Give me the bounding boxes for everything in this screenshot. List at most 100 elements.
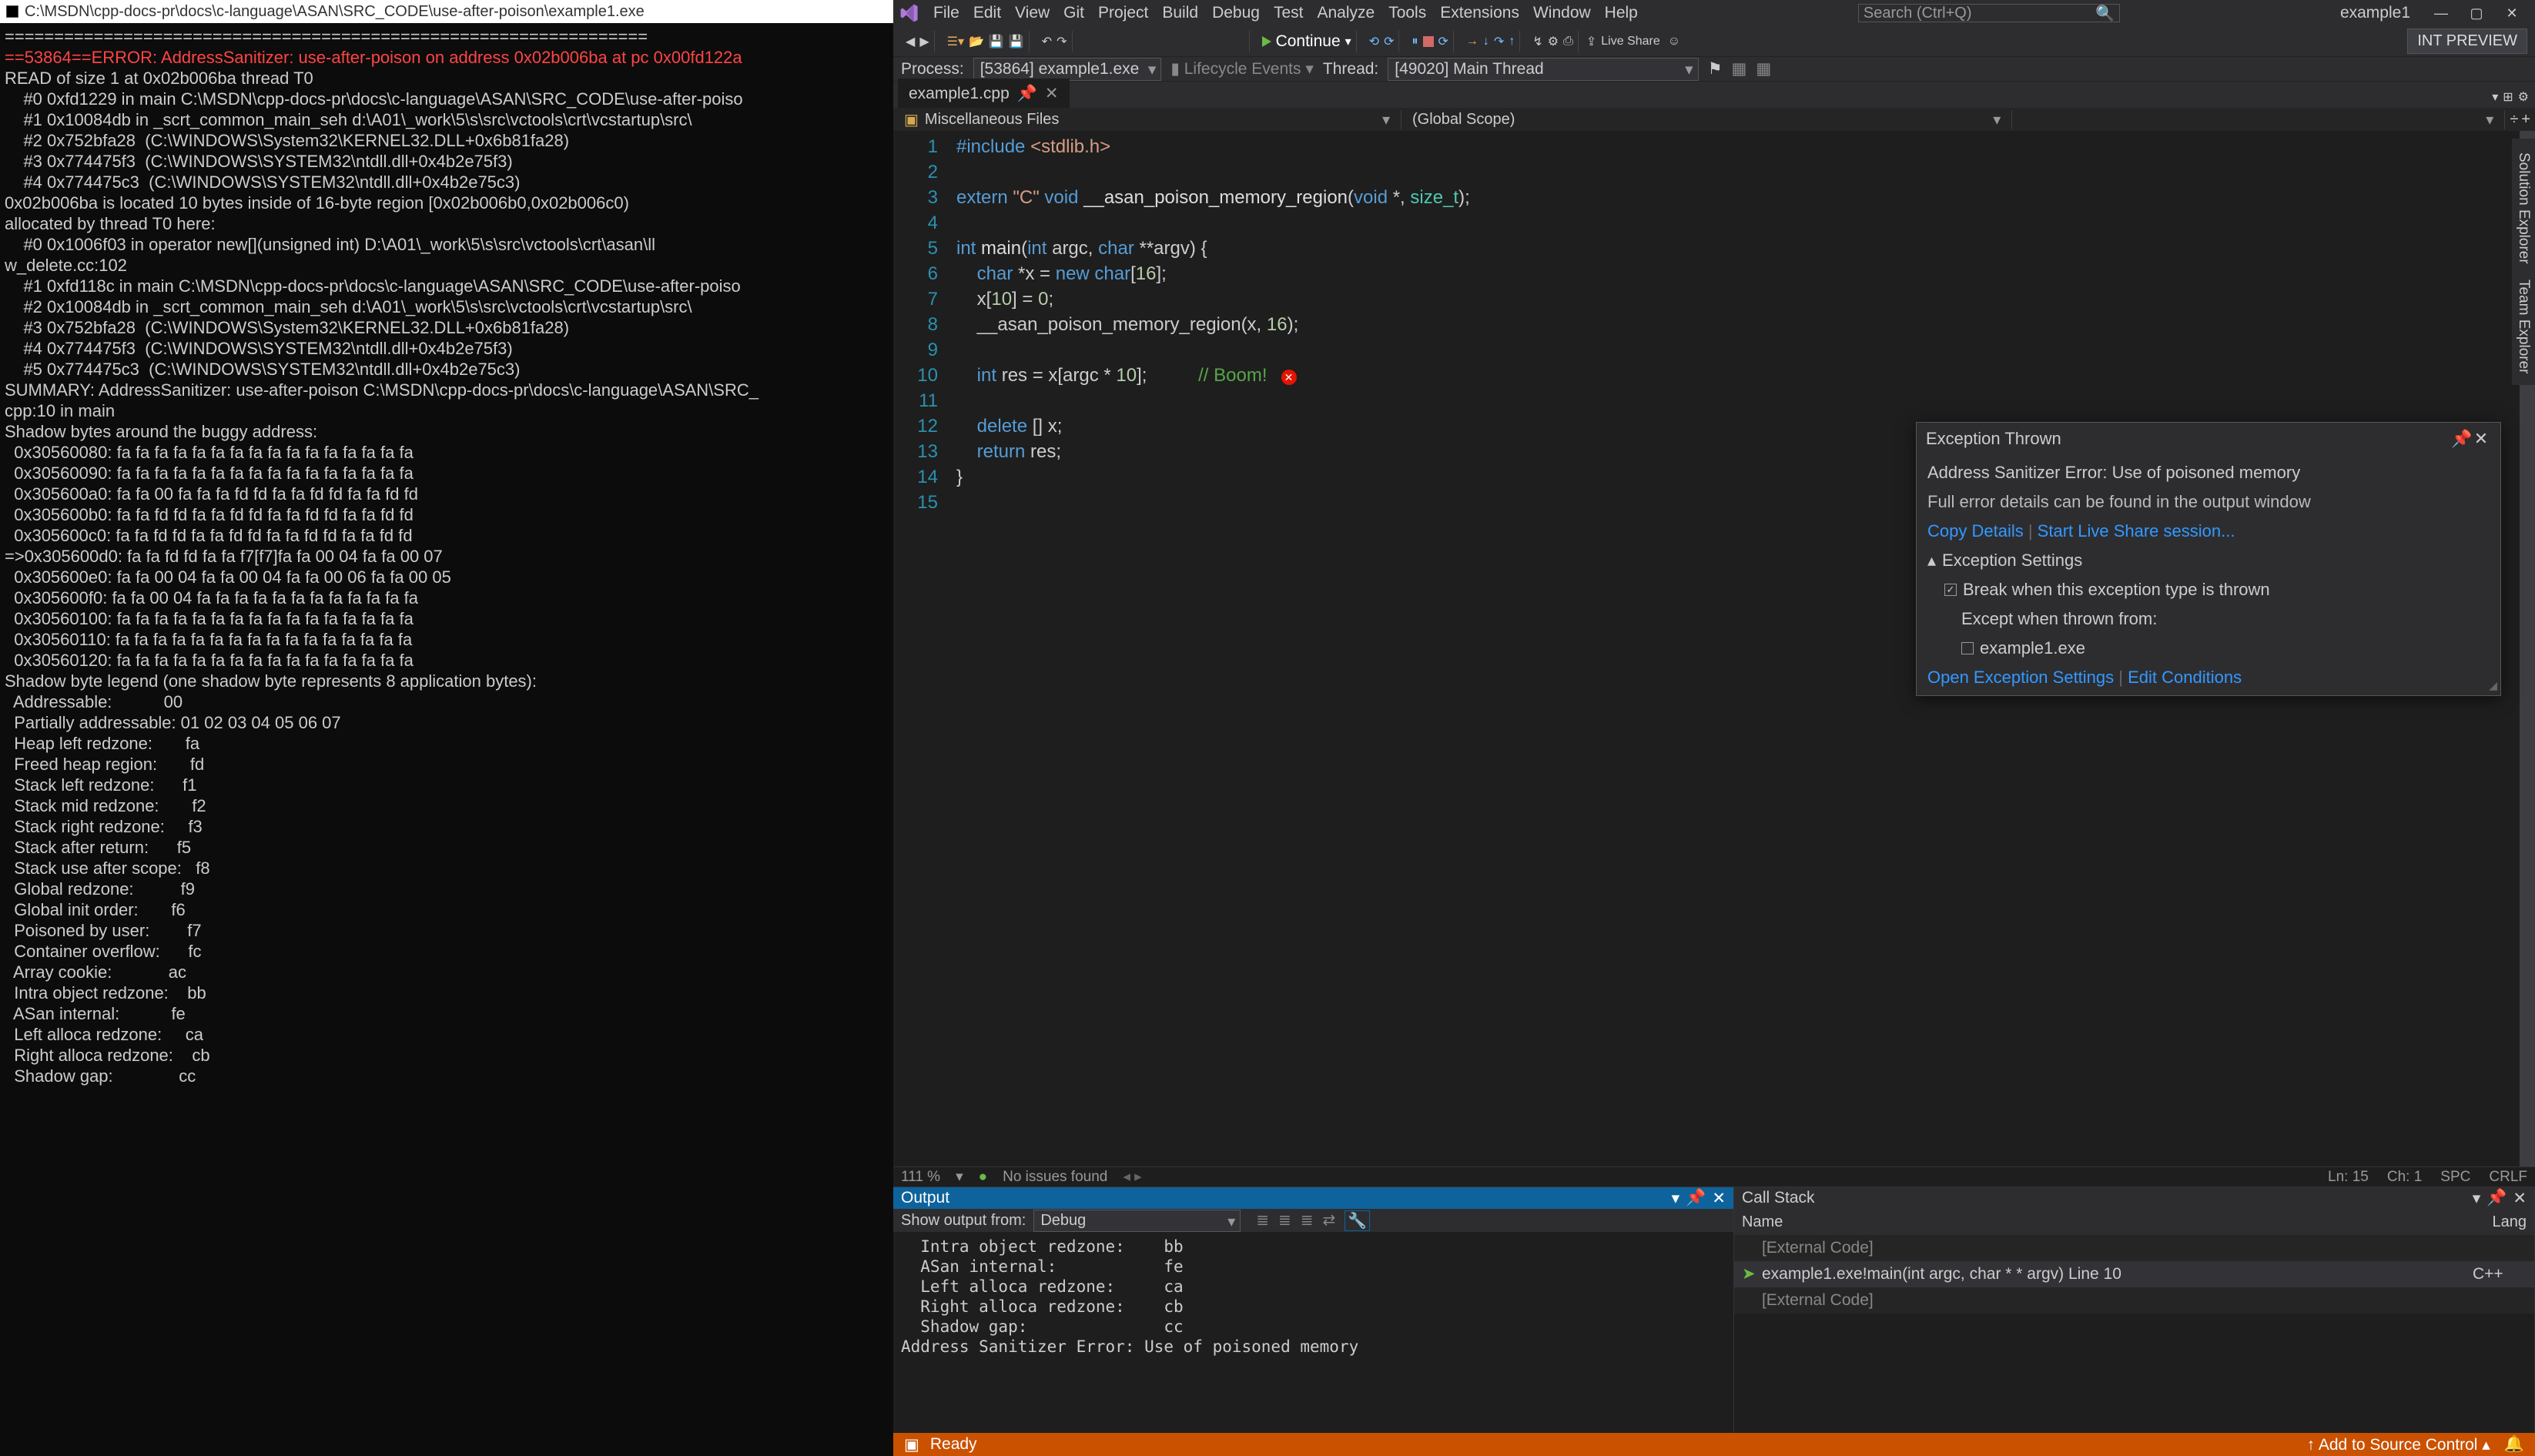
zoom-level[interactable]: 111 % [901, 1169, 940, 1186]
menu-debug[interactable]: Debug [1212, 4, 1260, 22]
panel-dropdown-icon[interactable]: ▾ [2473, 1189, 2481, 1208]
stop-icon[interactable] [1423, 36, 1434, 47]
project-icon: ▣ [904, 110, 919, 129]
panel-close-icon[interactable]: ✕ [1712, 1189, 1726, 1208]
step-into-icon[interactable]: ↓ [1483, 35, 1489, 49]
menu-project[interactable]: Project [1098, 4, 1148, 22]
right-rail: Solution Explorer Team Explorer [2512, 139, 2535, 385]
show-next-icon[interactable]: → [1466, 35, 1478, 49]
output-tool-icon3[interactable]: ≣ [1301, 1210, 1314, 1231]
step-icon[interactable]: ⟲ [1369, 34, 1379, 49]
callstack-row[interactable]: [External Code] [1734, 1287, 2534, 1314]
notifications-icon[interactable]: 🔔 [2504, 1435, 2524, 1454]
step-out-icon[interactable]: ↑ [1509, 35, 1515, 49]
split-icon[interactable]: ÷ [2510, 111, 2518, 129]
menu-test[interactable]: Test [1274, 4, 1304, 22]
module-checkbox[interactable] [1961, 642, 1974, 654]
add-icon[interactable]: + [2521, 111, 2530, 129]
close-button[interactable]: ✕ [2495, 2, 2529, 25]
restart-icon[interactable]: ⟳ [1438, 34, 1448, 49]
flag-icon[interactable]: ⚑ [1708, 59, 1723, 79]
output-tool-icon4[interactable]: ⇄ [1323, 1210, 1336, 1231]
start-live-share-link[interactable]: Start Live Share session... [2038, 521, 2235, 541]
step-icon2[interactable]: ⟳ [1384, 34, 1394, 49]
break-checkbox[interactable] [1944, 584, 1957, 596]
nav-member-dropdown[interactable]: ▾ [2012, 110, 2505, 129]
callstack-row[interactable]: [External Code] [1734, 1235, 2534, 1261]
document-tabs: example1.cpp 📌 ✕ ▾ ⊞ ⚙ [893, 82, 2535, 108]
edit-conditions-link[interactable]: Edit Conditions [2128, 668, 2242, 687]
live-share-button[interactable]: ⇪ Live Share [1586, 34, 1660, 49]
continue-dropdown-icon[interactable]: ▾ [1345, 34, 1351, 49]
stack-frame-icon2[interactable]: ▦ [1756, 59, 1771, 79]
console-titlebar[interactable]: C:\MSDN\cpp-docs-pr\docs\c-language\ASAN… [0, 0, 893, 23]
tool-icon3[interactable]: ⎙ [1563, 35, 1573, 49]
maximize-button[interactable]: ▢ [2460, 2, 2493, 25]
save-icon[interactable]: 💾 [989, 34, 1004, 49]
panel-dropdown-icon[interactable]: ▾ [1672, 1189, 1680, 1208]
error-indicator-icon[interactable]: ✕ [1281, 370, 1297, 385]
side-tab-solution-explorer[interactable]: Solution Explorer [2513, 146, 2533, 270]
undo-icon[interactable]: ↶ [1042, 34, 1052, 49]
pin-icon[interactable]: 📌 [1017, 85, 1037, 103]
menu-edit[interactable]: Edit [973, 4, 1001, 22]
output-body[interactable]: Intra object redzone: bb ASan internal: … [893, 1232, 1733, 1433]
callstack-row[interactable]: ➤ example1.exe!main(int argc, char * * a… [1734, 1261, 2534, 1287]
eol-indicator: CRLF [2489, 1169, 2527, 1186]
nav-back-icon[interactable]: ◀ [906, 34, 915, 49]
output-tool-icon5[interactable]: 🔧 [1345, 1210, 1370, 1231]
redo-icon[interactable]: ↷ [1057, 34, 1067, 49]
tool-icon2[interactable]: ⚙ [1548, 34, 1559, 49]
exception-detail: Full error details can be found in the o… [1927, 492, 2490, 512]
close-exception-icon[interactable]: ✕ [2471, 429, 2491, 449]
expand-icon[interactable]: ▴ [1927, 551, 1936, 571]
menu-analyze[interactable]: Analyze [1317, 4, 1375, 22]
titlebar: File Edit View Git Project Build Debug Test Anal… [893, 0, 2535, 26]
side-tab-team-explorer[interactable]: Team Explorer [2513, 273, 2533, 380]
process-dropdown[interactable]: [53864] example1.exe [973, 58, 1162, 81]
menu-tools[interactable]: Tools [1388, 4, 1426, 22]
copy-details-link[interactable]: Copy Details [1927, 521, 2024, 541]
panel-pin-icon[interactable]: 📌 [1686, 1189, 1706, 1207]
menu-extensions[interactable]: Extensions [1440, 4, 1519, 22]
nav-fwd-icon[interactable]: ▶ [919, 34, 929, 49]
pin-exception-icon[interactable]: 📌 [2451, 429, 2471, 449]
menu-build[interactable]: Build [1162, 4, 1198, 22]
pause-icon[interactable]: ⏸ [1411, 35, 1418, 49]
settings-icon[interactable]: ⚙ [2518, 89, 2529, 105]
menu-git[interactable]: Git [1063, 4, 1084, 22]
stack-frame-icon[interactable]: ▦ [1732, 59, 1747, 79]
code-editor[interactable]: 123456789101112131415 #include <stdlib.h… [893, 131, 2535, 1166]
menu-window[interactable]: Window [1533, 4, 1591, 22]
search-box[interactable]: Search (Ctrl+Q) 🔍 [1858, 4, 2120, 22]
menu-view[interactable]: View [1015, 4, 1050, 22]
callstack-body[interactable]: NameLang [External Code] ➤ example1.exe!… [1734, 1209, 2534, 1433]
open-icon[interactable]: 📂 [969, 34, 984, 49]
continue-button[interactable]: Continue ▾ [1257, 31, 1357, 52]
close-tab-icon[interactable]: ✕ [1045, 84, 1059, 103]
new-item-icon[interactable]: ☰▾ [947, 34, 964, 49]
output-tool-icon[interactable]: ≣ [1256, 1210, 1269, 1231]
nav-project-dropdown[interactable]: ▣ Miscellaneous Files▾ [893, 110, 1401, 129]
thread-dropdown[interactable]: [49020] Main Thread [1388, 58, 1698, 81]
menu-file[interactable]: File [933, 4, 959, 22]
open-exception-settings-link[interactable]: Open Exception Settings [1927, 668, 2114, 687]
menu-help[interactable]: Help [1605, 4, 1638, 22]
panel-close-icon[interactable]: ✕ [2513, 1189, 2527, 1208]
document-tab-example1[interactable]: example1.cpp 📌 ✕ [898, 79, 1070, 108]
console-output[interactable]: ========================================… [0, 23, 893, 1456]
resize-grip-icon[interactable]: ◢ [2489, 679, 2497, 692]
output-tool-icon2[interactable]: ≣ [1278, 1210, 1291, 1231]
window-split-icon[interactable]: ⊞ [2503, 89, 2513, 105]
save-all-icon[interactable]: 💾 [1009, 34, 1024, 49]
nav-scope-dropdown[interactable]: (Global Scope)▾ [1401, 110, 2012, 129]
step-over-icon[interactable]: ↷ [1494, 34, 1504, 49]
tool-icon[interactable]: ↯ [1532, 34, 1542, 49]
add-source-control[interactable]: ↑ Add to Source Control ▴ [2307, 1435, 2490, 1454]
panel-pin-icon[interactable]: 📌 [2486, 1189, 2507, 1207]
lifecycle-events[interactable]: Lifecycle Events [1184, 60, 1301, 78]
minimize-button[interactable]: — [2424, 2, 2458, 25]
tab-overflow-icon[interactable]: ▾ [2492, 89, 2498, 105]
output-source-dropdown[interactable]: Debug [1033, 1210, 1241, 1232]
feedback-icon[interactable]: ☺ [1668, 35, 1680, 49]
